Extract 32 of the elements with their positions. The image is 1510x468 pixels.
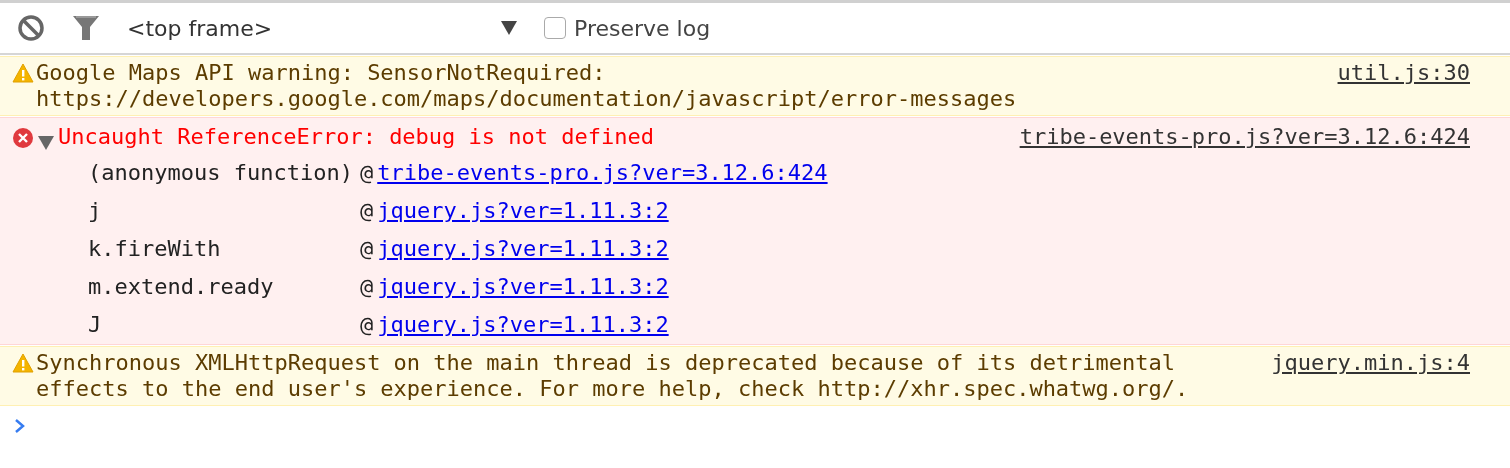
error-icon (12, 127, 34, 149)
at-sign: @ (360, 198, 374, 224)
filter-icon[interactable] (72, 15, 100, 41)
at-sign: @ (360, 236, 374, 262)
preserve-log-checkbox[interactable] (544, 17, 566, 39)
warning-message: Synchronous XMLHttpRequest on the main thread is deprecated because of its detrimental effects to the end user's experience. For more help, check http://xhr.spec.whatwg.org/. (36, 350, 1190, 402)
stack-link[interactable]: jquery.js?ver=1.11.3:2 (377, 274, 669, 300)
warning-message: Google Maps API warning: SensorNotRequired: https://developers.google.com/maps/documentation/javascript/error-messages (36, 60, 1017, 112)
expand-caret-icon[interactable] (38, 136, 54, 150)
context-select[interactable]: <top frame> (127, 15, 517, 41)
at-sign: @ (360, 312, 374, 338)
stack-link[interactable]: tribe-events-pro.js?ver=3.12.6:424 (377, 160, 828, 186)
clear-icon[interactable] (17, 14, 45, 42)
stack-function: k.fireWith (88, 236, 222, 262)
stack-function: J (88, 312, 103, 338)
prompt-chevron-icon (14, 418, 26, 434)
at-sign: @ (360, 160, 374, 186)
stack-function: (anonymous function) (88, 160, 354, 186)
source-link[interactable]: tribe-events-pro.js?ver=3.12.6:424 (1019, 124, 1470, 150)
stack-function: j (88, 198, 103, 224)
source-link[interactable]: util.js:30 (1337, 60, 1470, 112)
at-sign: @ (360, 274, 374, 300)
source-link[interactable]: jquery.min.js:4 (1271, 350, 1470, 402)
stack-link[interactable]: jquery.js?ver=1.11.3:2 (377, 236, 669, 262)
error-message: Uncaught ReferenceError: debug is not defined (58, 124, 655, 150)
dropdown-caret-icon (501, 21, 517, 35)
stack-link[interactable]: jquery.js?ver=1.11.3:2 (377, 312, 669, 338)
warning-icon (12, 63, 34, 83)
stack-function: m.extend.ready (88, 274, 275, 300)
warning-icon (12, 353, 34, 373)
preserve-log-label: Preserve log (574, 15, 711, 41)
stack-link[interactable]: jquery.js?ver=1.11.3:2 (377, 198, 669, 224)
